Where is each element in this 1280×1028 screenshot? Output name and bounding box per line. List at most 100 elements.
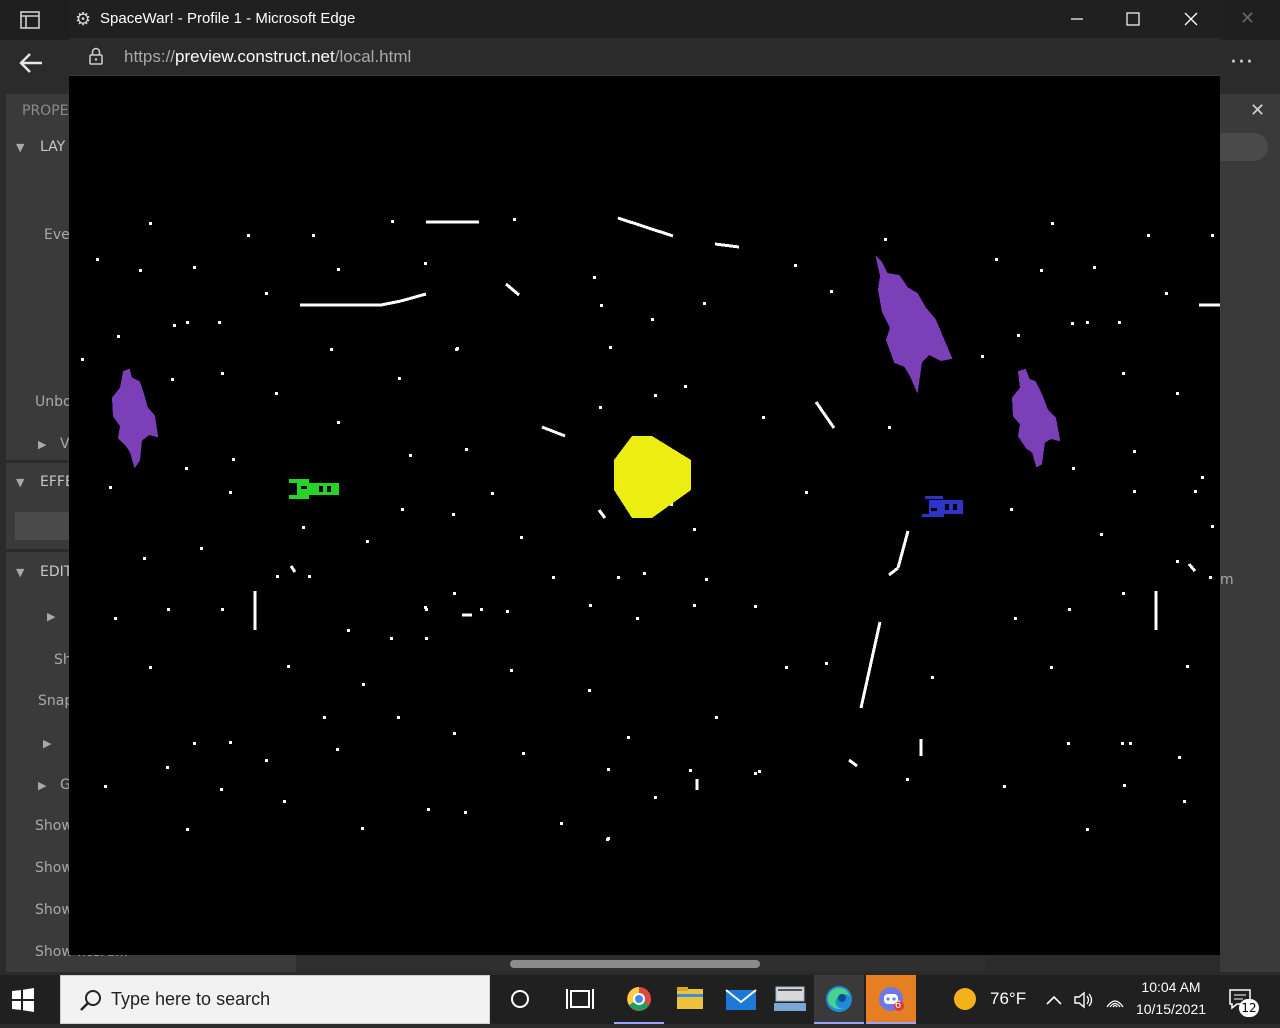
star [754,772,757,775]
discord-icon[interactable]: 6 [866,975,916,1024]
effects-input[interactable] [15,512,75,540]
editor-section-header[interactable]: EDIT [40,564,72,580]
star [109,486,112,489]
debris-streak [400,292,427,303]
star [1072,467,1075,470]
right-pane [1220,94,1280,972]
star [589,604,592,607]
search-box[interactable]: Type here to search [60,975,490,1024]
close-icon[interactable]: ✕ [1250,100,1265,121]
url-text[interactable]: https://preview.construct.net/local.html [124,47,411,67]
taskbar: Type here to search 6 76°F 10:04 AM 10/1… [0,975,1280,1024]
chrome-icon[interactable] [614,975,664,1024]
star [1010,508,1013,511]
star [805,491,808,494]
star [758,770,761,773]
keyboard-app-icon[interactable] [765,975,815,1024]
star [510,669,513,672]
weather-icon[interactable] [940,975,990,1024]
address-bar[interactable]: https://preview.construct.net/local.html [69,38,1220,76]
mail-icon[interactable] [716,975,766,1024]
star [522,752,525,755]
star [1178,756,1181,759]
star [1186,665,1189,668]
star [425,637,428,640]
maximize-button[interactable] [1118,6,1148,32]
layout-section-header[interactable]: LAY [40,139,65,155]
star [600,304,603,307]
game-scene [81,216,1220,841]
show-option-label: Show [35,902,73,918]
star [684,385,687,388]
star [588,689,591,692]
star [401,508,404,511]
collapse-triangle-icon[interactable]: ▶ [38,438,46,451]
asteroid [875,254,953,394]
task-view-icon[interactable] [555,975,605,1024]
window-tabs-icon[interactable] [20,11,40,29]
volume-icon[interactable] [1073,990,1095,1010]
star [337,268,340,271]
collapse-triangle-icon[interactable]: ▶ [38,779,46,792]
star [1176,560,1179,563]
star [693,604,696,607]
edge-titlebar[interactable]: ⚙ SpaceWar! - Profile 1 - Microsoft Edge [69,0,1220,38]
more-options-icon[interactable]: ··· [1230,50,1254,75]
star [220,788,223,791]
star [1133,490,1136,493]
star [149,666,152,669]
expand-triangle-icon[interactable]: ▼ [16,476,24,489]
star [193,266,196,269]
star [453,592,456,595]
star [81,358,84,361]
star [1118,321,1121,324]
star [347,629,350,632]
star [185,467,188,470]
star [1201,476,1204,479]
star [229,491,232,494]
expand-triangle-icon[interactable]: ▼ [16,566,24,579]
star [221,608,224,611]
game-canvas[interactable] [69,76,1220,955]
edge-window: ⚙ SpaceWar! - Profile 1 - Microsoft Edge… [69,0,1220,955]
file-explorer-icon[interactable] [665,975,715,1024]
collapse-triangle-icon[interactable]: ▶ [47,610,55,623]
asteroid [111,368,159,469]
star [308,575,311,578]
clock-date[interactable]: 10/15/2021 [1120,1001,1222,1017]
expand-triangle-icon[interactable]: ▼ [16,141,24,154]
star [1100,533,1103,536]
events-label: Eve [44,227,70,243]
edge-icon[interactable] [814,975,864,1024]
star [552,576,555,579]
weather-temperature[interactable]: 76°F [990,989,1026,1009]
collapse-triangle-icon[interactable]: ▶ [43,737,51,750]
back-arrow-icon[interactable] [18,50,52,76]
debris-streak [597,509,607,519]
star [455,348,458,351]
star [513,218,516,221]
star [599,406,602,409]
cortana-icon[interactable] [495,975,545,1024]
clock-time[interactable]: 10:04 AM [1120,979,1222,995]
star [117,335,120,338]
debris-streak [289,565,297,573]
url-path: /local.html [334,47,412,66]
star [186,321,189,324]
windows-start-icon[interactable] [10,987,36,1013]
star [464,811,467,814]
star [1068,608,1071,611]
editor-close-icon[interactable]: ✕ [1240,8,1255,29]
close-button[interactable] [1176,6,1206,32]
star [104,785,107,788]
scrollbar-thumb[interactable] [510,960,760,968]
minimize-button[interactable] [1062,6,1092,32]
star [114,617,117,620]
chevron-up-icon[interactable] [1045,991,1063,1009]
star [1183,800,1186,803]
star [287,665,290,668]
debris-streak [541,425,566,438]
star [995,258,998,261]
star [715,716,718,719]
star [283,800,286,803]
